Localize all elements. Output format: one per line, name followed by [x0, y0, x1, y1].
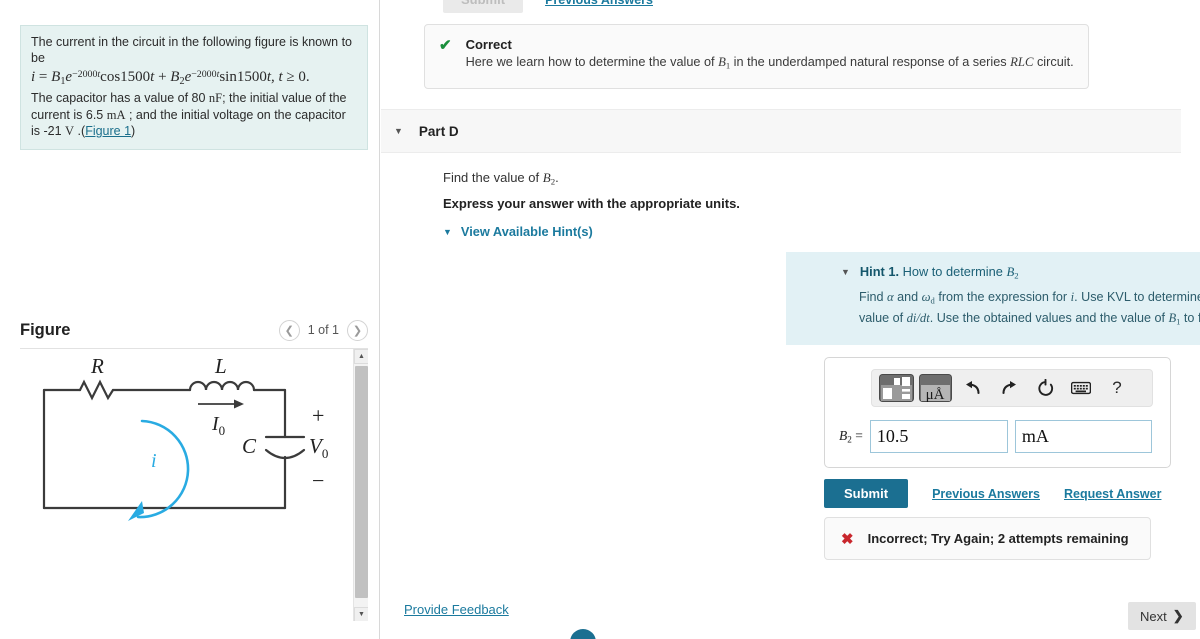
caret-down-icon[interactable]: ▼	[443, 227, 452, 237]
correct-title: Correct	[465, 37, 512, 52]
unit-v: V	[65, 124, 75, 139]
problem-line-5: is -21 V .(Figure 1)	[31, 124, 136, 139]
figure-title: Figure	[20, 320, 71, 339]
previous-part-actions: Submit Previous Answers	[443, 0, 653, 13]
inductor-label: L	[214, 354, 227, 378]
svg-text:μÅ: μÅ	[926, 387, 945, 402]
answer-instruction: Express your answer with the appropriate…	[443, 196, 740, 211]
previous-answers-link[interactable]: Previous Answers	[932, 487, 1040, 501]
next-label: Next	[1140, 608, 1167, 624]
hint-1-box: ▼ Hint 1. How to determine B2 Find α and…	[786, 252, 1200, 346]
omega-d-symbol: ωd	[921, 290, 935, 306]
problem-line-4: current is 6.5 mA ; and the initial volt…	[31, 107, 346, 122]
unit-ma: mA	[106, 107, 126, 122]
figure-header: Figure ❮ 1 of 1 ❯	[20, 314, 368, 346]
provide-feedback-link[interactable]: Provide Feedback	[404, 602, 509, 617]
next-button[interactable]: Next ❯	[1128, 602, 1196, 630]
problem-line-2: be	[31, 51, 45, 66]
courseware-problem-page: The current in the circuit in the follow…	[0, 0, 1200, 639]
hint-label: Hint 1.	[859, 264, 900, 279]
template-matrix-icon[interactable]	[878, 373, 915, 403]
question-prompt: Find the value of B2.	[443, 170, 559, 187]
check-icon: ✔	[439, 37, 452, 54]
view-hints-toggle[interactable]: ▼ View Available Hint(s)	[443, 224, 593, 239]
chevron-right-icon: ❯	[1172, 608, 1184, 623]
correct-text: Here we learn how to determine the value…	[465, 55, 1074, 71]
capacitor-voltage-label: V0	[309, 434, 328, 461]
redo-icon[interactable]	[992, 373, 1026, 403]
math-toolbar: μÅ ?	[871, 369, 1153, 407]
figure-1-link[interactable]: Figure 1	[85, 124, 131, 138]
submit-button-previous[interactable]: Submit	[443, 0, 524, 13]
unit-nf: nF	[208, 91, 223, 106]
scroll-down-arrow[interactable]: ▼	[354, 607, 368, 621]
resistor-label: R	[90, 354, 104, 378]
answer-value-input[interactable]	[869, 420, 1008, 453]
help-icon[interactable]: ?	[1100, 373, 1134, 403]
minus-sign: −	[312, 468, 324, 493]
didt-term: di/dt	[906, 311, 930, 326]
circuit-diagram: R L I0 C V0 + − i	[20, 349, 350, 621]
loop-current-label: i	[151, 450, 157, 472]
chevron-right-icon[interactable]: ❯	[347, 319, 368, 341]
inductor-current-label: I0	[211, 413, 225, 438]
plus-sign: +	[312, 403, 324, 428]
answer-actions: Submit Previous Answers Request Answer	[824, 479, 1161, 508]
left-panel: The current in the circuit in the follow…	[0, 0, 380, 639]
right-panel: Submit Previous Answers ✔ Correct Here w…	[381, 0, 1200, 639]
incorrect-feedback-box: ✖ Incorrect; Try Again; 2 attempts remai…	[824, 517, 1151, 560]
problem-statement: The current in the circuit in the follow…	[20, 25, 368, 151]
chevron-left-icon[interactable]: ❮	[278, 319, 300, 341]
scroll-up-arrow[interactable]: ▲	[354, 349, 368, 364]
answer-entry-card: μÅ ? B2 = 10.5 mA	[824, 357, 1171, 468]
incorrect-message: Incorrect; Try Again; 2 attempts remaini…	[867, 531, 1129, 546]
hint-header[interactable]: ▼ Hint 1. How to determine B2	[786, 264, 1200, 280]
reset-icon[interactable]	[1028, 373, 1062, 403]
part-d-header[interactable]: ▼ Part D	[381, 109, 1181, 153]
capacitor-label: C	[242, 434, 257, 458]
answer-variable-label: B2 =	[839, 428, 863, 445]
units-icon[interactable]: μÅ	[917, 373, 954, 403]
answer-units-input[interactable]	[1014, 420, 1152, 453]
figure-counter: 1 of 1	[307, 323, 339, 337]
circuit-svg: R L I0 C V0 + − i	[42, 354, 328, 521]
problem-line-1: The current in the circuit in the follow…	[31, 35, 352, 49]
caret-down-icon[interactable]: ▼	[394, 126, 403, 136]
problem-line-3: The capacitor has a value of 80 nF; the …	[31, 91, 347, 106]
rlc-term: RLC	[1010, 55, 1034, 69]
undo-icon[interactable]	[956, 373, 990, 403]
alpha-symbol: α	[887, 290, 894, 305]
problem-equation: i = B1e−2000tcos1500t + B2e−2000tsin1500…	[31, 68, 310, 87]
answer-input-row: B2 =	[839, 420, 1152, 453]
figure-body: R L I0 C V0 + − i ▲ ▼	[20, 348, 368, 621]
x-mark-icon: ✖	[841, 530, 854, 548]
submit-button[interactable]: Submit	[824, 479, 909, 508]
request-answer-link[interactable]: Request Answer	[1064, 487, 1161, 501]
part-title: Part D	[418, 123, 459, 139]
hint-body: Find α and ωd from the expression for i.…	[859, 290, 1200, 327]
figure-nav: ❮ 1 of 1 ❯	[278, 319, 368, 341]
view-hints-label: View Available Hint(s)	[460, 224, 593, 239]
keyboard-icon[interactable]	[1064, 373, 1098, 403]
previous-answers-link-previous[interactable]: Previous Answers	[545, 0, 653, 7]
correct-feedback-box: ✔ Correct Here we learn how to determine…	[424, 24, 1089, 90]
figure-scrollbar[interactable]: ▲ ▼	[353, 349, 368, 621]
caret-down-icon[interactable]: ▼	[841, 267, 850, 277]
scrollbar-thumb[interactable]	[355, 366, 368, 598]
